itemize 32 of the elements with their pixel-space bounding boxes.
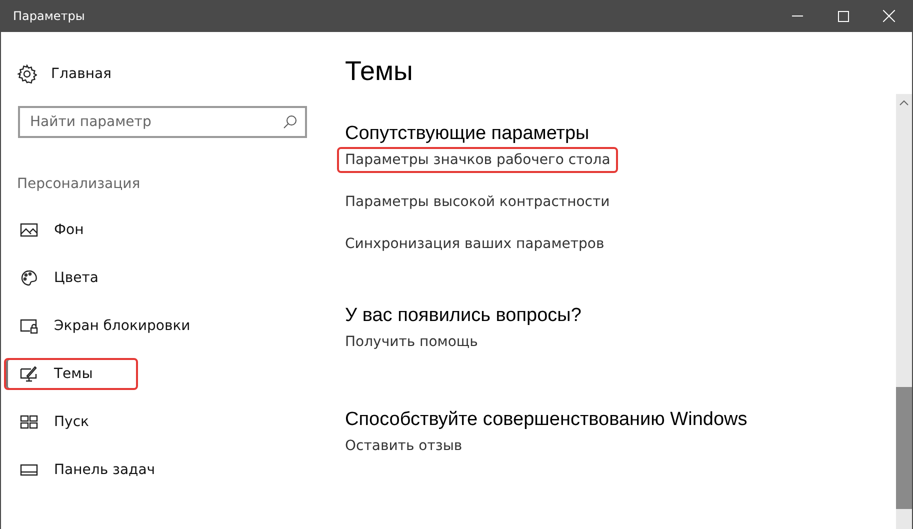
window-title: Параметры bbox=[12, 9, 86, 23]
nav-item[interactable]: Темы bbox=[4, 358, 138, 390]
nav-item[interactable]: Панель задач bbox=[4, 454, 321, 486]
scroll-up-icon[interactable] bbox=[899, 98, 909, 108]
brush-monitor-icon bbox=[20, 365, 38, 383]
section-label: Персонализация bbox=[16, 176, 142, 192]
settings-icon bbox=[17, 64, 37, 84]
nav-item[interactable]: Пуск bbox=[4, 406, 321, 438]
close-icon bbox=[883, 10, 895, 22]
search-icon bbox=[283, 115, 297, 129]
maximize-icon bbox=[838, 10, 848, 22]
scroll-thumb[interactable] bbox=[896, 387, 912, 509]
settings-link[interactable]: Параметры высокой контрастности bbox=[337, 189, 618, 215]
nav-item[interactable]: Фон bbox=[4, 214, 321, 246]
nav-item[interactable]: Цвета bbox=[4, 262, 321, 294]
search-field[interactable]: Найти параметр bbox=[18, 106, 307, 138]
section-heading: Способствуйте совершенствованию Windows bbox=[345, 409, 748, 431]
home-nav-item[interactable]: Главная bbox=[1, 60, 321, 88]
nav-item[interactable]: Экран блокировки bbox=[4, 310, 321, 342]
settings-link[interactable]: Параметры значков рабочего стола bbox=[337, 147, 618, 173]
image-icon bbox=[20, 221, 38, 239]
settings-link[interactable]: Оставить отзыв bbox=[337, 433, 470, 459]
settings-link[interactable]: Синхронизация ваших параметров bbox=[337, 231, 612, 257]
palette-icon bbox=[20, 269, 38, 287]
section-heading: У вас появились вопросы? bbox=[345, 305, 582, 327]
settings-link[interactable]: Получить помощь bbox=[337, 329, 486, 355]
minimize-icon bbox=[792, 15, 802, 17]
page-title: Темы bbox=[345, 56, 414, 87]
section-heading: Сопутствующие параметры bbox=[345, 123, 590, 145]
lock-screen-icon bbox=[20, 317, 38, 335]
tiles-icon bbox=[20, 413, 38, 431]
scrollbar[interactable] bbox=[896, 94, 912, 529]
